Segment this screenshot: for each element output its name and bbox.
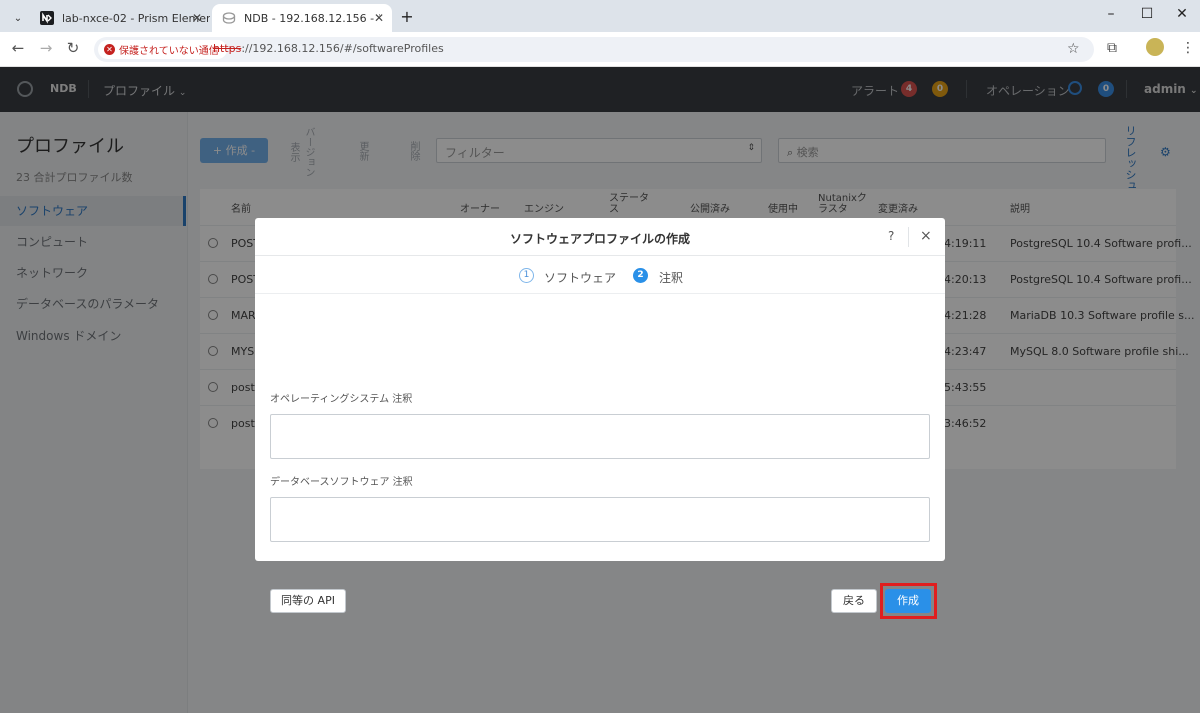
chevron-down-icon: ⌄ [13,12,23,24]
highlight-box [880,583,937,619]
url-text: https://192.168.12.156/#/softwareProfile… [213,42,444,55]
close-icon[interactable]: ✕ [374,11,384,25]
security-label: 保護されていない通信 [119,46,219,57]
address-bar: ← → ↻ ✕ 保護されていない通信 https://192.168.12.15… [0,32,1200,67]
tab-title: lab-nxce-02 - Prism Element [62,11,210,25]
step-label-notes[interactable]: 注釈 [659,269,683,286]
db-note-label: データベースソフトウェア 注釈 [270,477,413,488]
url-scheme: https [213,42,242,55]
extensions-icon[interactable]: ⧉ [1107,40,1117,56]
db-note-textarea[interactable] [270,497,930,542]
minimize-icon[interactable]: – [1101,6,1121,22]
url-box[interactable]: ✕ 保護されていない通信 https://192.168.12.156/#/so… [94,37,1094,62]
tab-search-button[interactable]: ⌄ [6,4,30,32]
create-software-profile-dialog: ソフトウェアプロファイルの作成 ? × 1 ソフトウェア 2 注釈 オペレーティ… [255,218,945,561]
equivalent-api-button[interactable]: 同等の API [270,589,346,613]
step-number[interactable]: 1 [519,268,534,283]
os-note-textarea[interactable] [270,414,930,459]
step-number[interactable]: 2 [633,268,648,283]
browser-tab-bar: ⌄ lab-nxce-02 - Prism Element ✕ NDB - 19… [0,0,1200,32]
profile-avatar[interactable] [1146,38,1164,56]
divider [908,227,909,247]
new-tab-button[interactable]: + [397,7,417,26]
wizard-steps: 1 ソフトウェア 2 注釈 [255,256,945,294]
warning-icon: ✕ [104,44,115,55]
dialog-header: ソフトウェアプロファイルの作成 ? × [255,218,945,256]
tab-prism-element[interactable]: lab-nxce-02 - Prism Element ✕ [30,4,210,32]
dialog-title: ソフトウェアプロファイルの作成 [509,232,690,246]
nutanix-icon [40,11,54,25]
back-button[interactable]: 戻る [831,589,877,613]
help-icon[interactable]: ? [888,229,894,243]
window-close-icon[interactable]: ✕ [1172,6,1192,22]
database-icon [222,12,236,24]
ndb-app: NDB プロファイル ⌄ アラート 4 0 オペレーション 0 admin ⌄ … [0,67,1200,713]
star-icon[interactable]: ☆ [1067,41,1080,57]
tab-ndb[interactable]: NDB - 192.168.12.156 - プロファイル ✕ [212,4,392,32]
back-arrow-icon[interactable]: ← [8,39,28,57]
reload-icon[interactable]: ↻ [63,39,83,57]
os-note-label: オペレーティングシステム 注釈 [270,394,413,405]
close-icon[interactable]: × [920,228,932,244]
maximize-icon[interactable]: ☐ [1137,6,1157,22]
security-warning-chip[interactable]: ✕ 保護されていない通信 [98,40,227,59]
close-icon[interactable]: ✕ [192,11,202,25]
more-menu-icon[interactable]: ⋮ [1181,40,1195,56]
tab-title: NDB - 192.168.12.156 - プロファイル [244,12,380,25]
url-path: ://192.168.12.156/#/softwareProfiles [241,42,444,55]
forward-arrow-icon[interactable]: → [36,39,56,57]
step-label-software[interactable]: ソフトウェア [544,269,616,286]
